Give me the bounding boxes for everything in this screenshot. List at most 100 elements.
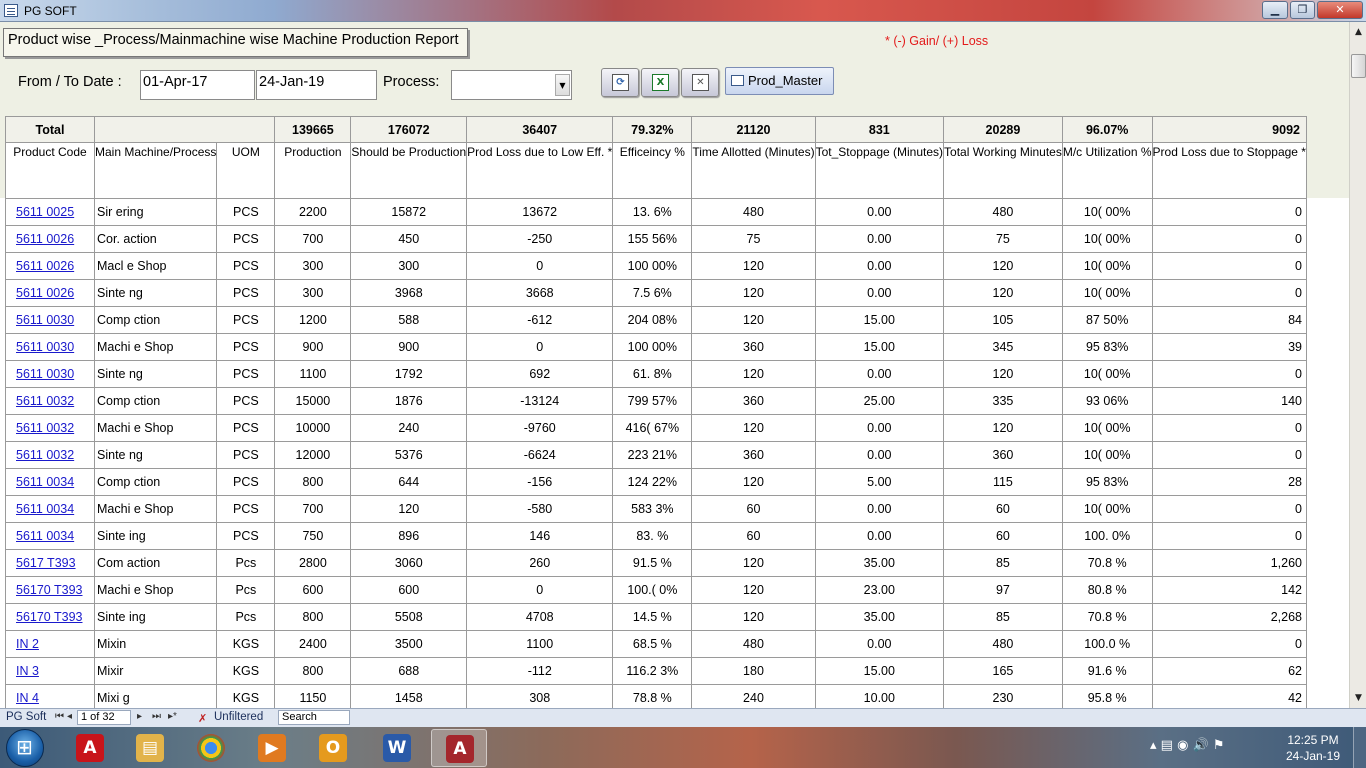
row-product-code[interactable]: IN 3 — [5, 657, 95, 685]
filter-status[interactable]: Unfiltered — [214, 711, 263, 723]
row-product-code[interactable]: 5611 0034 — [5, 468, 95, 496]
product-code-link[interactable]: 5611 0034 — [16, 502, 74, 516]
system-tray-icons[interactable]: ▴ ▤ ◉ 🔊 ⚑ — [1150, 738, 1225, 753]
taskbar-outlook[interactable]: O — [305, 729, 361, 767]
product-code-link[interactable]: 56170 T393 — [16, 583, 83, 597]
next-record-icon[interactable]: ▸ — [137, 711, 142, 722]
table-row: 5611 0026 Macl e Shop PCS 300 300 0 100 00% 120… — [5, 252, 1307, 280]
row-tot-stoppage: 0.00 — [814, 225, 945, 253]
taskbar-word[interactable]: W — [369, 729, 425, 767]
row-prod-loss-stoppage: 62 — [1151, 657, 1307, 685]
row-should-be: 450 — [350, 225, 468, 253]
row-product-code[interactable]: 5611 0030 — [5, 306, 95, 334]
prod-master-button[interactable]: Prod_Master — [725, 67, 834, 95]
row-efficiency: 583 3% — [612, 495, 693, 523]
row-time-allotted: 120 — [691, 576, 816, 604]
row-efficiency: 223 21% — [612, 441, 693, 469]
product-code-link[interactable]: 5611 0026 — [16, 259, 74, 273]
row-product-code[interactable]: 5617 T393 — [5, 549, 95, 577]
product-code-link[interactable]: 56170 T393 — [16, 610, 83, 624]
product-code-link[interactable]: 5611 0026 — [16, 286, 74, 300]
maximize-button[interactable]: ❐ — [1290, 1, 1315, 19]
product-code-link[interactable]: 5611 0025 — [16, 205, 74, 219]
product-code-link[interactable]: IN 2 — [16, 637, 39, 651]
row-product-code[interactable]: 5611 0032 — [5, 441, 95, 469]
row-product-code[interactable]: 5611 0030 — [5, 360, 95, 388]
row-product-code[interactable]: 5611 0032 — [5, 414, 95, 442]
row-product-code[interactable]: 5611 0026 — [5, 225, 95, 253]
product-code-link[interactable]: 5611 0030 — [16, 313, 74, 327]
taskbar-chrome[interactable] — [183, 729, 239, 767]
row-product-code[interactable]: 5611 0034 — [5, 522, 95, 550]
row-product-code[interactable]: 5611 0030 — [5, 333, 95, 361]
vertical-scrollbar[interactable]: ▲ ▼ — [1349, 22, 1366, 708]
scroll-down-icon[interactable]: ▼ — [1351, 690, 1366, 706]
table-row: 56170 T393 Machi e Shop Pcs 600 600 0 100.( 0%… — [5, 576, 1307, 604]
row-utilization: 100.0 % — [1061, 630, 1153, 658]
row-should-be: 688 — [350, 657, 468, 685]
row-product-code[interactable]: 56170 T393 — [5, 603, 95, 631]
row-uom: PCS — [216, 414, 276, 442]
first-record-icon[interactable]: ⏮ — [55, 711, 64, 722]
product-code-link[interactable]: 5611 0032 — [16, 448, 74, 462]
product-code-link[interactable]: 5611 0026 — [16, 232, 74, 246]
row-main-machine: Mixin — [93, 630, 218, 658]
row-should-be: 3500 — [350, 630, 468, 658]
close-button[interactable]: ✕ — [1317, 1, 1363, 19]
product-code-link[interactable]: 5611 0030 — [16, 340, 74, 354]
row-uom: PCS — [216, 333, 276, 361]
new-record-icon[interactable]: ▸* — [168, 711, 177, 722]
search-input[interactable]: Search — [278, 710, 350, 725]
last-record-icon[interactable]: ⏭ — [152, 711, 161, 722]
table-row: 5611 0026 Sinte ng PCS 300 3968 3668 7.5 6% 120… — [5, 279, 1307, 307]
start-button[interactable] — [6, 729, 44, 767]
taskbar-acrobat[interactable]: A — [62, 729, 118, 767]
row-product-code[interactable]: 5611 0034 — [5, 495, 95, 523]
row-working-minutes: 120 — [943, 252, 1063, 280]
row-prod-loss-stoppage: 0 — [1151, 225, 1307, 253]
scroll-thumb[interactable] — [1351, 54, 1366, 78]
minimize-button[interactable]: ▁ — [1262, 1, 1288, 19]
col-main-machine: Main Machine/Process — [93, 142, 218, 199]
row-prod-loss-stoppage: 0 — [1151, 252, 1307, 280]
row-working-minutes: 120 — [943, 360, 1063, 388]
row-product-code[interactable]: 56170 T393 — [5, 576, 95, 604]
product-code-link[interactable]: 5611 0030 — [16, 367, 74, 381]
product-code-link[interactable]: 5611 0032 — [16, 421, 74, 435]
product-code-link[interactable]: IN 4 — [16, 691, 39, 705]
row-product-code[interactable]: 5611 0026 — [5, 252, 95, 280]
row-production: 700 — [274, 225, 352, 253]
close-report-button[interactable]: ✕ — [681, 68, 719, 97]
product-code-link[interactable]: 5611 0032 — [16, 394, 74, 408]
row-product-code[interactable]: 5611 0025 — [5, 198, 95, 226]
row-production: 900 — [274, 333, 352, 361]
scroll-up-icon[interactable]: ▲ — [1351, 24, 1366, 40]
row-main-machine: Sinte ng — [93, 360, 218, 388]
table-row: 5611 0034 Comp ction PCS 800 644 -156 124 22% 1… — [5, 468, 1307, 496]
row-should-be: 3060 — [350, 549, 468, 577]
row-main-machine: Cor. action — [93, 225, 218, 253]
row-product-code[interactable]: 5611 0026 — [5, 279, 95, 307]
column-header-row: Product Code Main Machine/Process UOM Pr… — [5, 142, 1307, 199]
to-date-input[interactable]: 24-Jan-19 — [256, 70, 377, 100]
prev-record-icon[interactable]: ◂ — [67, 711, 72, 722]
chevron-down-icon[interactable]: ▼ — [555, 74, 570, 96]
taskbar-access[interactable]: A — [431, 729, 487, 767]
show-desktop-button[interactable] — [1353, 727, 1366, 768]
refresh-report-button[interactable]: ⟳ — [601, 68, 639, 97]
row-prod-loss-eff: 3668 — [466, 279, 614, 307]
row-working-minutes: 105 — [943, 306, 1063, 334]
taskbar-explorer[interactable]: ▤ — [122, 729, 178, 767]
product-code-link[interactable]: IN 3 — [16, 664, 39, 678]
row-product-code[interactable]: 5611 0032 — [5, 387, 95, 415]
process-select[interactable]: ▼ — [451, 70, 572, 100]
product-code-link[interactable]: 5611 0034 — [16, 475, 74, 489]
export-excel-button[interactable]: X — [641, 68, 679, 97]
row-product-code[interactable]: IN 2 — [5, 630, 95, 658]
taskbar-media[interactable]: ▶ — [244, 729, 300, 767]
product-code-link[interactable]: 5611 0034 — [16, 529, 74, 543]
from-date-input[interactable]: 01-Apr-17 — [140, 70, 255, 100]
record-indicator[interactable]: 1 of 32 — [77, 710, 131, 725]
taskbar-clock[interactable]: 12:25 PM 24-Jan-19 — [1278, 732, 1348, 764]
product-code-link[interactable]: 5617 T393 — [16, 556, 76, 570]
